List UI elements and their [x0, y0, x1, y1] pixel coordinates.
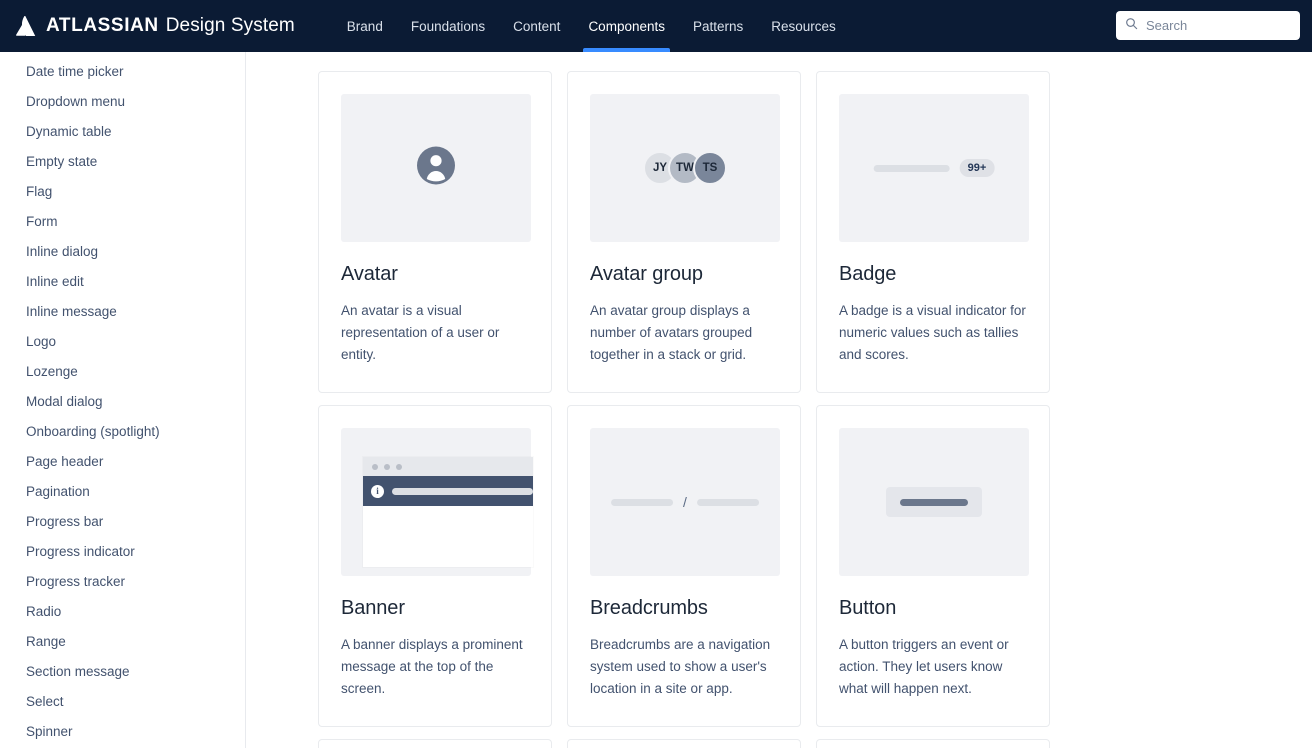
sidebar-item-dynamic-table[interactable]: Dynamic table [0, 116, 245, 146]
avatar-stack: JY TW TS [643, 151, 727, 185]
window-body [363, 506, 533, 567]
card-thumbnail-avatar-group: JY TW TS [590, 94, 780, 242]
sidebar-item-inline-dialog[interactable]: Inline dialog [0, 236, 245, 266]
window-titlebar [363, 457, 533, 476]
card-description: A badge is a visual indicator for numeri… [839, 303, 1026, 362]
component-card-grid: Avatar An avatar is a visual representat… [318, 71, 1054, 748]
components-main: Avatar An avatar is a visual representat… [246, 52, 1312, 748]
card-title: Breadcrumbs [590, 597, 708, 619]
badge-illustration: 99+ [873, 159, 995, 177]
sidebar-item-page-header[interactable]: Page header [0, 446, 245, 476]
sidebar-item-radio[interactable]: Radio [0, 596, 245, 626]
search-input[interactable] [1146, 18, 1286, 33]
sidebar-item-flag[interactable]: Flag [0, 176, 245, 206]
component-card-avatar[interactable]: Avatar An avatar is a visual representat… [318, 71, 552, 393]
nav-item-brand[interactable]: Brand [333, 0, 397, 52]
placeholder-bar [611, 498, 674, 506]
status-badge: 99+ [959, 159, 995, 177]
placeholder-bar [392, 487, 533, 495]
sidebar-item-logo[interactable]: Logo [0, 326, 245, 356]
sidebar-item-empty-state[interactable]: Empty state [0, 146, 245, 176]
card-thumbnail-button [839, 428, 1029, 576]
top-header: ATLASSIAN Design System Brand Foundation… [0, 0, 1312, 52]
primary-nav: Brand Foundations Content Components Pat… [333, 0, 850, 52]
components-sidebar: Date time picker Dropdown menu Dynamic t… [0, 52, 246, 748]
sidebar-item-progress-bar[interactable]: Progress bar [0, 506, 245, 536]
nav-item-components[interactable]: Components [574, 0, 679, 52]
placeholder-bar [696, 498, 759, 506]
component-card-avatar-group[interactable]: JY TW TS Avatar group An avatar group di… [567, 71, 801, 393]
sidebar-item-form[interactable]: Form [0, 206, 245, 236]
sidebar-item-dropdown-menu[interactable]: Dropdown menu [0, 86, 245, 116]
component-card-banner[interactable]: i Banner A banner displays a prominent m… [318, 405, 552, 727]
nav-item-resources[interactable]: Resources [757, 0, 850, 52]
breadcrumb: / [611, 494, 759, 510]
brand-subtitle: Design System [165, 15, 295, 36]
component-card-partial-3[interactable] [816, 739, 1050, 748]
component-card-breadcrumbs[interactable]: / Breadcrumbs Breadcrumbs are a navigati… [567, 405, 801, 727]
placeholder-bar [900, 498, 968, 506]
card-title: Badge [839, 263, 897, 285]
component-card-badge[interactable]: 99+ Badge A badge is a visual indicator … [816, 71, 1050, 393]
nav-item-content[interactable]: Content [499, 0, 574, 52]
sidebar-item-date-time-picker[interactable]: Date time picker [0, 56, 245, 86]
button-mock [886, 487, 982, 517]
avatar: TS [693, 151, 727, 185]
nav-item-foundations[interactable]: Foundations [397, 0, 499, 52]
atlassian-logo-icon [16, 16, 38, 36]
user-avatar-icon [417, 146, 455, 190]
sidebar-item-progress-indicator[interactable]: Progress indicator [0, 536, 245, 566]
banner-strip: i [363, 476, 533, 506]
sidebar-item-progress-tracker[interactable]: Progress tracker [0, 566, 245, 596]
card-description: Breadcrumbs are a navigation system used… [590, 637, 771, 696]
card-description: An avatar is a visual representation of … [341, 303, 500, 362]
sidebar-item-pagination[interactable]: Pagination [0, 476, 245, 506]
sidebar-item-onboarding[interactable]: Onboarding (spotlight) [0, 416, 245, 446]
card-thumbnail-badge: 99+ [839, 94, 1029, 242]
component-card-partial-1[interactable] [318, 739, 552, 748]
sidebar-item-section-message[interactable]: Section message [0, 656, 245, 686]
card-description: A button triggers an event or action. Th… [839, 637, 1009, 696]
info-icon: i [371, 484, 384, 498]
sidebar-item-select[interactable]: Select [0, 686, 245, 716]
brand-lockup[interactable]: ATLASSIAN Design System [16, 15, 295, 37]
sidebar-item-spinner[interactable]: Spinner [0, 716, 245, 746]
brand-name: ATLASSIAN [46, 15, 159, 36]
window-dot-icon [372, 463, 378, 470]
card-thumbnail-avatar [341, 94, 531, 242]
card-title: Avatar group [590, 263, 703, 285]
component-card-button[interactable]: Button A button triggers an event or act… [816, 405, 1050, 727]
window-dot-icon [396, 463, 402, 470]
component-card-partial-2[interactable]: 1 [567, 739, 801, 748]
placeholder-bar [873, 164, 950, 172]
sidebar-item-inline-message[interactable]: Inline message [0, 296, 245, 326]
card-description: A banner displays a prominent message at… [341, 637, 523, 696]
card-title: Avatar [341, 263, 398, 285]
nav-item-patterns[interactable]: Patterns [679, 0, 757, 52]
window-dot-icon [384, 463, 390, 470]
card-thumbnail-banner: i [341, 428, 533, 576]
sidebar-item-range[interactable]: Range [0, 626, 245, 656]
breadcrumb-separator: / [683, 494, 687, 510]
browser-window-mock: i [363, 457, 533, 567]
card-title: Banner [341, 597, 405, 619]
search-icon [1125, 17, 1138, 35]
sidebar-item-lozenge[interactable]: Lozenge [0, 356, 245, 386]
card-thumbnail-breadcrumbs: / [590, 428, 780, 576]
sidebar-item-modal-dialog[interactable]: Modal dialog [0, 386, 245, 416]
sidebar-item-inline-edit[interactable]: Inline edit [0, 266, 245, 296]
search-box[interactable] [1116, 11, 1300, 40]
card-title: Button [839, 597, 897, 619]
card-description: An avatar group displays a number of ava… [590, 303, 753, 362]
